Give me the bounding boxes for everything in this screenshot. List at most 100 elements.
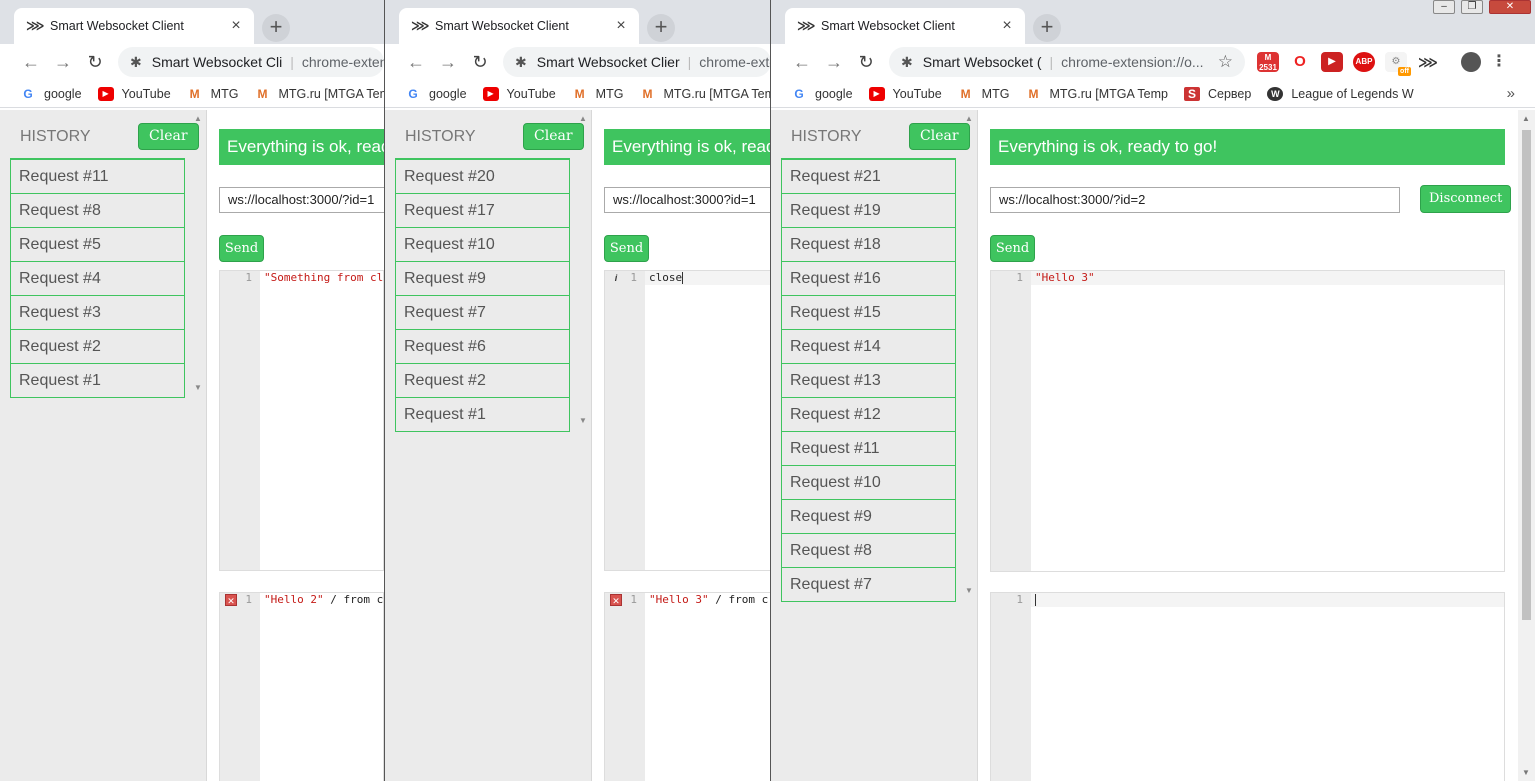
close-tab-icon[interactable]: × xyxy=(228,17,244,35)
history-item[interactable]: Request #14 xyxy=(781,330,956,364)
bookmark-mtg[interactable]: M MTG xyxy=(187,87,239,101)
extension-off-icon[interactable]: ⚙ off xyxy=(1385,52,1411,76)
scroll-down-icon[interactable]: ▼ xyxy=(194,383,202,392)
maximize-icon[interactable]: ❐ xyxy=(1461,0,1483,14)
bookmark-google[interactable]: Ggoogle xyxy=(791,87,852,101)
browser-tab[interactable]: ⋙ Smart Websocket Client × xyxy=(14,8,254,44)
bookmark-mtg-ru[interactable]: M MTG.ru [MTGA Temp xyxy=(639,87,771,101)
send-button[interactable]: Send xyxy=(219,235,264,262)
history-item[interactable]: Request #2 xyxy=(395,364,570,398)
history-item[interactable]: Request #1 xyxy=(10,364,185,398)
bookmarks-overflow-icon[interactable]: » xyxy=(1507,85,1515,102)
history-item[interactable]: Request #18 xyxy=(781,228,956,262)
history-item[interactable]: Request #11 xyxy=(781,432,956,466)
scroll-down-icon[interactable]: ▼ xyxy=(579,416,587,425)
history-item[interactable]: Request #10 xyxy=(395,228,570,262)
address-bar[interactable]: ✱ Smart Websocket Cli | chrome-extensi xyxy=(118,47,384,77)
websocket-url-input[interactable]: ws://localhost:3000/?id=1 xyxy=(219,187,384,213)
history-item[interactable]: Request #8 xyxy=(10,194,185,228)
avatar[interactable] xyxy=(1461,52,1481,72)
history-item[interactable]: Request #10 xyxy=(781,466,956,500)
history-item[interactable]: Request #15 xyxy=(781,296,956,330)
bookmark-google[interactable]: Ggoogle xyxy=(20,87,81,101)
history-item[interactable]: Request #9 xyxy=(395,262,570,296)
clear-history-button[interactable]: Clear xyxy=(523,123,584,150)
back-icon[interactable]: ← xyxy=(787,52,817,73)
close-window-icon[interactable]: ✕ xyxy=(1489,0,1531,14)
scroll-up-icon[interactable]: ▲ xyxy=(194,114,202,123)
history-item[interactable]: Request #20 xyxy=(395,160,570,194)
websocket-url-input[interactable]: ws://localhost:3000?id=1 xyxy=(604,187,771,213)
scroll-down-icon[interactable]: ▼ xyxy=(1522,768,1530,777)
reload-icon[interactable]: ↻ xyxy=(851,52,881,73)
adblock-plus-icon[interactable]: ABP xyxy=(1353,52,1375,72)
message-editor[interactable]: i 1 close xyxy=(604,270,771,571)
scrollbar-thumb[interactable] xyxy=(1522,130,1531,620)
history-item[interactable]: Request #1 xyxy=(395,398,570,432)
browser-tab[interactable]: ⋙ Smart Websocket Client × xyxy=(785,8,1025,44)
history-item[interactable]: Request #6 xyxy=(395,330,570,364)
scroll-up-icon[interactable]: ▲ xyxy=(579,114,587,123)
history-item[interactable]: Request #7 xyxy=(781,568,956,602)
history-item[interactable]: Request #16 xyxy=(781,262,956,296)
reload-icon[interactable]: ↻ xyxy=(465,52,495,73)
bookmark-star-icon[interactable]: ☆ xyxy=(1210,52,1233,72)
scroll-up-icon[interactable]: ▲ xyxy=(965,114,973,123)
forward-icon[interactable]: → xyxy=(819,52,849,73)
sidebar-scrollbar[interactable]: ▲ ▼ xyxy=(963,110,977,781)
message-log[interactable]: ✕ 1 "Hello 2" / from c xyxy=(219,592,384,781)
close-tab-icon[interactable]: × xyxy=(613,17,629,35)
bookmark-mtg[interactable]: M MTG xyxy=(572,87,624,101)
bookmark-mtg-ru[interactable]: M MTG.ru [MTGA Temp xyxy=(254,87,384,101)
new-tab-button[interactable]: + xyxy=(262,14,290,42)
message-log[interactable]: 1 xyxy=(990,592,1505,781)
browser-tab[interactable]: ⋙ Smart Websocket Client × xyxy=(399,8,639,44)
clear-history-button[interactable]: Clear xyxy=(138,123,199,150)
history-item[interactable]: Request #9 xyxy=(781,500,956,534)
send-button[interactable]: Send xyxy=(604,235,649,262)
history-item[interactable]: Request #19 xyxy=(781,194,956,228)
history-item[interactable]: Request #11 xyxy=(10,160,185,194)
bookmark-league[interactable]: W League of Legends W xyxy=(1267,86,1414,101)
minimize-icon[interactable]: – xyxy=(1433,0,1455,14)
close-tab-icon[interactable]: × xyxy=(999,17,1015,35)
back-icon[interactable]: ← xyxy=(16,52,46,73)
forward-icon[interactable]: → xyxy=(48,52,78,73)
history-item[interactable]: Request #12 xyxy=(781,398,956,432)
history-item[interactable]: Request #8 xyxy=(781,534,956,568)
bookmark-mtg[interactable]: M MTG xyxy=(958,87,1010,101)
address-bar[interactable]: ✱ Smart Websocket Clier | chrome-exte xyxy=(503,47,771,77)
gmail-extension-icon[interactable]: M 2531 xyxy=(1257,52,1279,72)
forward-icon[interactable]: → xyxy=(433,52,463,73)
new-tab-button[interactable]: + xyxy=(1033,14,1061,42)
history-item[interactable]: Request #5 xyxy=(10,228,185,262)
bookmark-server[interactable]: S Сервер xyxy=(1184,86,1251,101)
message-editor[interactable]: 1 "Something from cl xyxy=(219,270,384,571)
bookmark-youtube[interactable]: ▶ YouTube xyxy=(868,86,942,101)
history-item[interactable]: Request #13 xyxy=(781,364,956,398)
disconnect-button[interactable]: Disconnect xyxy=(1420,185,1512,213)
message-editor[interactable]: 1 "Hello 3" xyxy=(990,270,1505,572)
menu-kebab-icon[interactable]: ⋮ xyxy=(1491,52,1507,72)
bookmark-youtube[interactable]: ▶ YouTube xyxy=(97,86,171,101)
history-item[interactable]: Request #3 xyxy=(10,296,185,330)
history-item[interactable]: Request #17 xyxy=(395,194,570,228)
message-log[interactable]: ✕ 1 "Hello 3" / from c xyxy=(604,592,771,781)
history-item[interactable]: Request #7 xyxy=(395,296,570,330)
sidebar-scrollbar[interactable]: ▲ ▼ xyxy=(192,110,206,781)
scroll-down-icon[interactable]: ▼ xyxy=(965,586,973,595)
send-button[interactable]: Send xyxy=(990,235,1035,262)
scroll-up-icon[interactable]: ▲ xyxy=(1522,114,1530,123)
back-icon[interactable]: ← xyxy=(401,52,431,73)
history-item[interactable]: Request #21 xyxy=(781,160,956,194)
bookmark-google[interactable]: Ggoogle xyxy=(405,87,466,101)
new-tab-button[interactable]: + xyxy=(647,14,675,42)
address-bar[interactable]: ✱ Smart Websocket ( | chrome-extension:/… xyxy=(889,47,1245,77)
history-item[interactable]: Request #4 xyxy=(10,262,185,296)
websocket-url-input[interactable]: ws://localhost:3000/?id=2 xyxy=(990,187,1400,213)
history-item[interactable]: Request #2 xyxy=(10,330,185,364)
bookmark-youtube[interactable]: ▶ YouTube xyxy=(482,86,556,101)
websocket-extension-icon[interactable]: ⋙ xyxy=(1417,52,1439,72)
reload-icon[interactable]: ↻ xyxy=(80,52,110,73)
sidebar-scrollbar[interactable]: ▲ ▼ xyxy=(577,110,591,781)
